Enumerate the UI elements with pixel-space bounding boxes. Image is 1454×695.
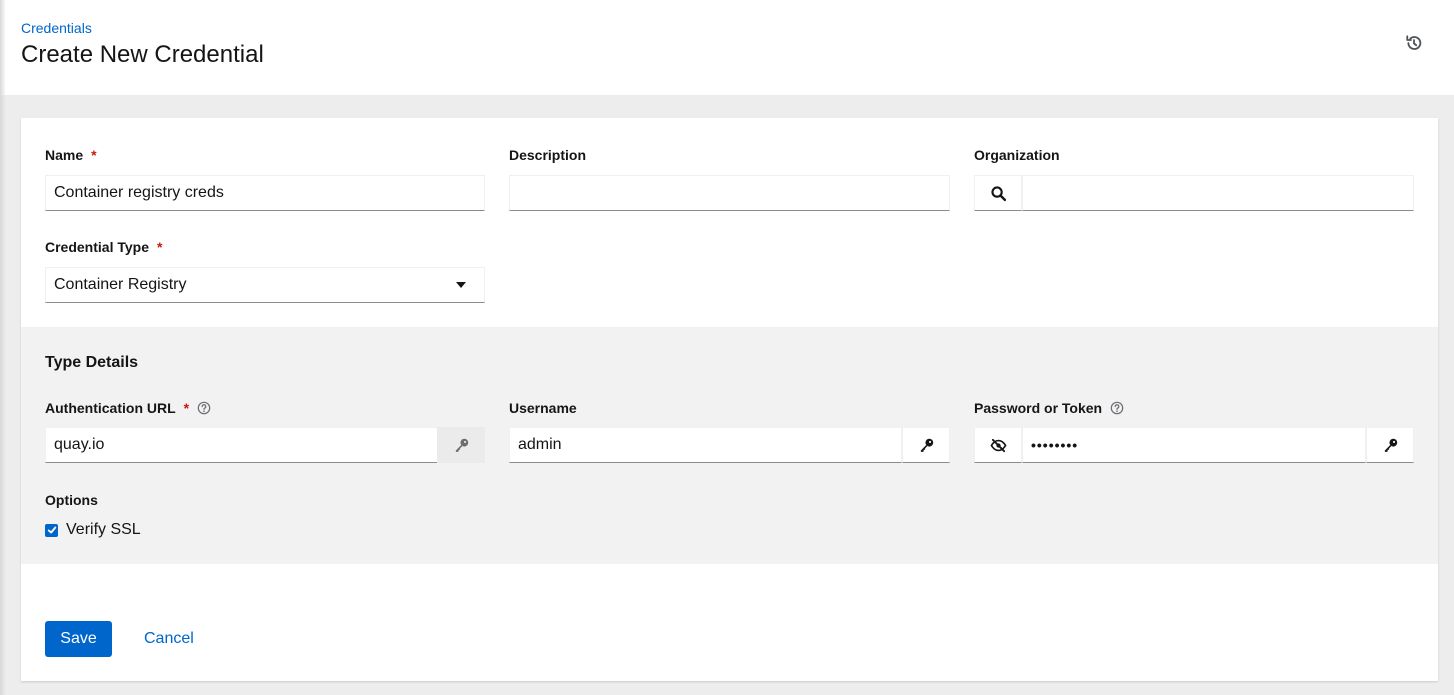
- username-input-value: admin: [518, 436, 562, 453]
- name-input-value: Container registry creds: [54, 184, 224, 201]
- password-credential-plugin-button[interactable]: [1366, 427, 1414, 463]
- username-credential-plugin-button[interactable]: [902, 427, 950, 463]
- page: Credentials Create New Credential Name *…: [0, 0, 1454, 695]
- help-icon: [1110, 401, 1124, 415]
- password-label: Password or Token: [974, 400, 1124, 416]
- organization-lookup: [974, 175, 1414, 211]
- organization-label: Organization: [974, 147, 1060, 163]
- sidebar-edge-shadow: [0, 0, 6, 695]
- username-group: admin: [509, 427, 950, 463]
- options-label: Options: [45, 492, 98, 508]
- required-indicator: *: [157, 239, 163, 255]
- description-input[interactable]: [509, 175, 950, 211]
- key-icon: [455, 438, 468, 452]
- required-indicator: *: [183, 400, 190, 416]
- save-button[interactable]: Save: [45, 621, 112, 657]
- verify-ssl-checkbox[interactable]: [45, 523, 58, 537]
- auth-url-label: Authentication URL *: [45, 400, 211, 416]
- organization-search-button[interactable]: [974, 175, 1022, 211]
- caret-down-icon: [456, 282, 466, 288]
- help-icon: [197, 401, 211, 415]
- auth-url-credential-plugin-button[interactable]: [437, 427, 485, 463]
- auth-url-group: quay.io: [45, 427, 485, 463]
- history-button[interactable]: [1402, 31, 1426, 55]
- password-label-text: Password or Token: [974, 400, 1103, 416]
- key-icon: [1384, 438, 1397, 452]
- auth-url-input-value: quay.io: [54, 436, 105, 453]
- history-icon: [1406, 35, 1422, 50]
- username-input[interactable]: admin: [509, 427, 902, 463]
- auth-url-help-button[interactable]: [197, 401, 211, 415]
- username-label: Username: [509, 400, 577, 416]
- type-details-title: Type Details: [45, 354, 139, 371]
- cancel-button[interactable]: Cancel: [132, 621, 206, 657]
- required-indicator: *: [91, 147, 97, 163]
- options-label-text: Options: [45, 492, 98, 508]
- credential-type-selected-value: Container Registry: [54, 276, 187, 293]
- description-label-text: Description: [509, 147, 587, 163]
- organization-label-text: Organization: [974, 147, 1060, 163]
- credential-type-select[interactable]: Container Registry: [45, 267, 485, 303]
- name-label: Name *: [45, 147, 97, 163]
- credential-type-label-text: Credential Type: [45, 239, 149, 255]
- search-icon: [990, 185, 1006, 201]
- page-title: Create New Credential: [21, 41, 264, 68]
- username-label-text: Username: [509, 400, 577, 416]
- password-group: ••••••••: [974, 427, 1414, 463]
- credential-type-label: Credential Type *: [45, 239, 162, 255]
- password-input[interactable]: ••••••••: [1022, 427, 1366, 463]
- name-input[interactable]: Container registry creds: [45, 175, 485, 211]
- verify-ssl-option[interactable]: Verify SSL: [45, 521, 141, 539]
- auth-url-label-text: Authentication URL: [45, 400, 176, 416]
- breadcrumb-credentials[interactable]: Credentials: [21, 20, 92, 36]
- name-label-text: Name: [45, 147, 84, 163]
- password-input-value: ••••••••: [1031, 437, 1079, 453]
- checkmark-icon: [47, 526, 56, 534]
- credential-form-card: Name * Container registry creds Descript…: [21, 118, 1438, 681]
- password-help-button[interactable]: [1110, 401, 1124, 415]
- page-header: Credentials Create New Credential: [0, 0, 1454, 95]
- verify-ssl-label: Verify SSL: [66, 521, 141, 538]
- organization-input[interactable]: [1022, 175, 1414, 211]
- eye-slash-icon: [989, 438, 1007, 452]
- show-password-toggle[interactable]: [974, 427, 1022, 463]
- description-label: Description: [509, 147, 586, 163]
- auth-url-input[interactable]: quay.io: [45, 427, 437, 463]
- key-icon: [920, 438, 933, 452]
- type-details-section: Type Details Authentication URL * quay.i…: [21, 327, 1438, 564]
